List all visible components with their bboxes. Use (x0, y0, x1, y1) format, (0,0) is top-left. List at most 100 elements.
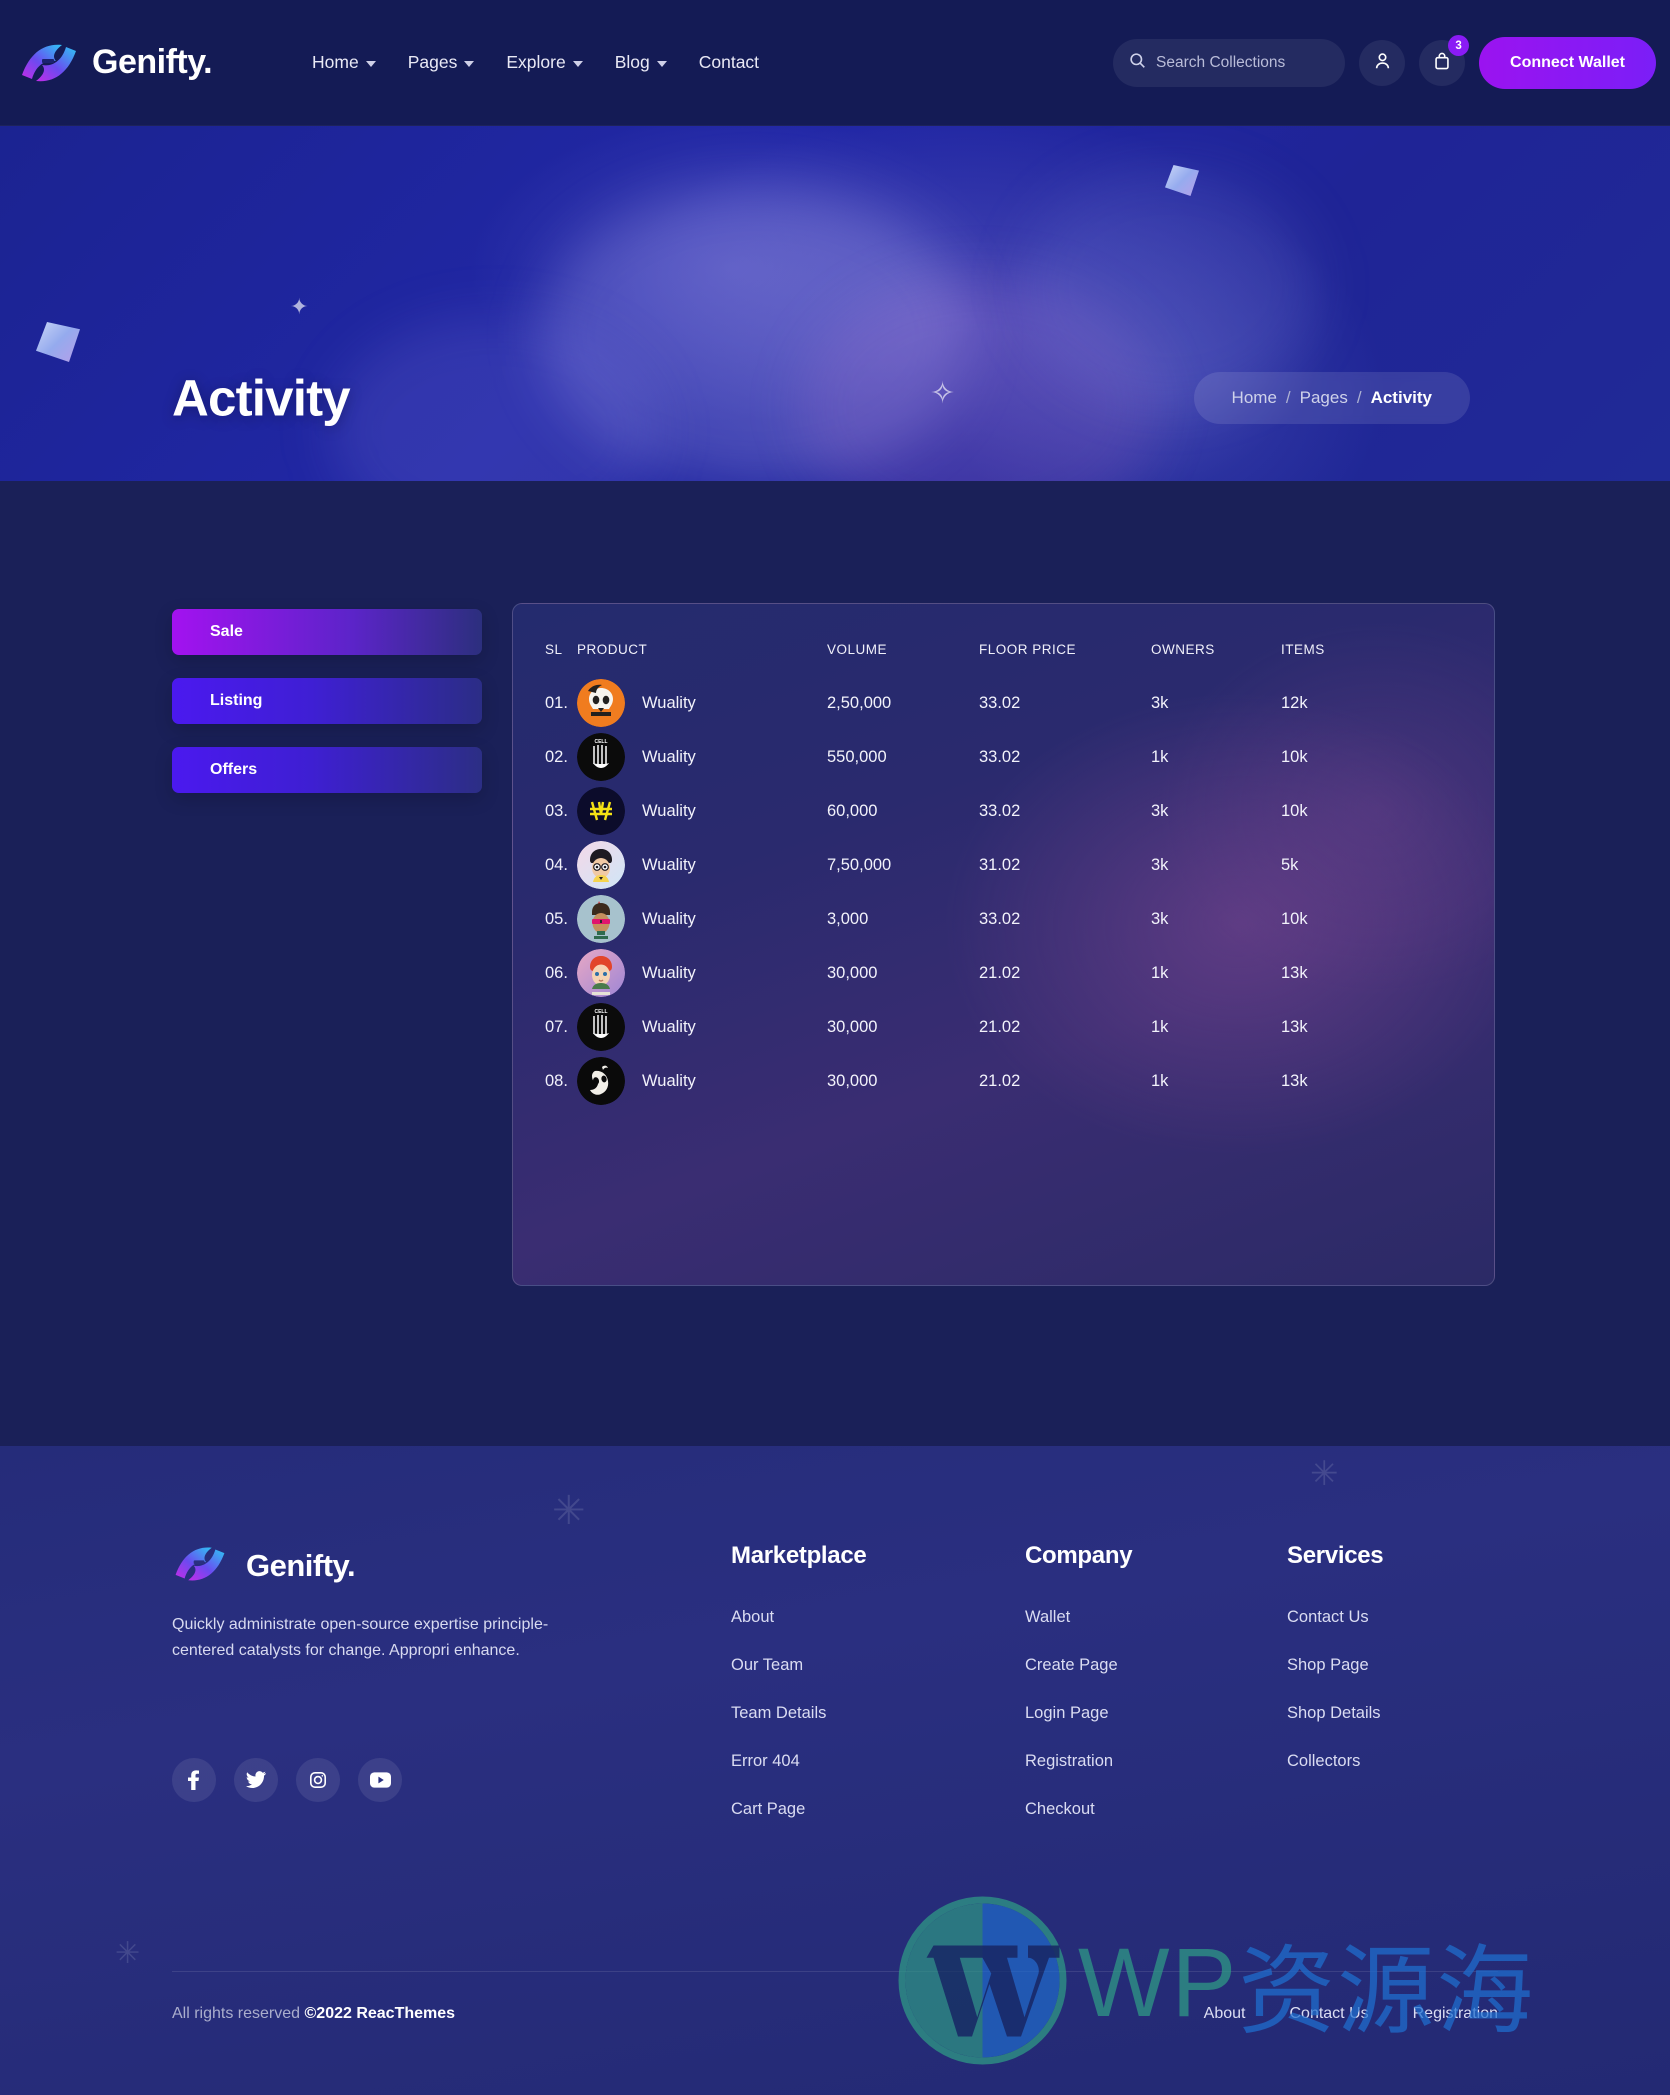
social-links (172, 1758, 402, 1802)
boy-cartoon-avatar (577, 841, 625, 889)
cart-button[interactable]: 3 (1419, 35, 1470, 86)
cell-items: 12k (1281, 693, 1308, 712)
nav-item-explore[interactable]: Explore (506, 52, 583, 73)
column-header-product: PRODUCT (577, 641, 648, 657)
footer-bottom-link[interactable]: About (1204, 2005, 1246, 2023)
footer-bottom-link[interactable]: Contact Us (1289, 2005, 1368, 2023)
yellow-won-avatar (577, 787, 625, 835)
cell-sl: 08. (545, 1071, 568, 1090)
shopping-bag-icon (1434, 52, 1450, 75)
site-footer: ✳ ✳ ✳ Genifty. Quickly administrate open… (0, 1446, 1670, 2095)
footer-link[interactable]: Wallet (1025, 1608, 1132, 1627)
table-row[interactable]: 07. CELL Wuality 30,000 21.02 1k 13k (513, 1000, 1494, 1054)
svg-text:CELL: CELL (594, 739, 607, 745)
footer-link[interactable]: Checkout (1025, 1800, 1132, 1819)
product-name: Wuality (642, 855, 696, 874)
cell-owners: 1k (1151, 1017, 1169, 1036)
footer-link[interactable]: Contact Us (1287, 1608, 1383, 1627)
footer-column-title: Company (1025, 1542, 1133, 1569)
table-row[interactable]: 08. Wuality 30,000 21.02 1k 13k (513, 1054, 1494, 1108)
table-row[interactable]: 05. Wuality 3,000 33.02 3k 10k (513, 892, 1494, 946)
footer-link[interactable]: About (731, 1608, 866, 1627)
cell-floor-price: 33.02 (979, 801, 1021, 820)
nav-label: Home (312, 52, 359, 72)
footer-link[interactable]: Shop Details (1287, 1704, 1383, 1723)
product-name: Wuality (642, 963, 696, 982)
product-name: Wuality (642, 801, 696, 820)
footer-bottom-links: About Contact Us Registration (1204, 2005, 1498, 2023)
footer-link-list: Wallet Create Page Login Page Registration C… (1025, 1608, 1132, 1819)
cell-owners: 3k (1151, 855, 1169, 874)
footer-inner: Genifty. Quickly administrate open-sourc… (0, 1446, 1670, 2022)
youtube-icon[interactable] (358, 1758, 402, 1802)
footer-link[interactable]: Team Details (731, 1704, 866, 1723)
footer-link[interactable]: Login Page (1025, 1704, 1132, 1723)
footer-brand-name: Genifty. (246, 1548, 356, 1583)
table-row[interactable]: 04. Wuality 7,50,000 31.02 3k 5k (513, 838, 1494, 892)
column-header-sl: SL (545, 641, 563, 657)
footer-link[interactable]: Error 404 (731, 1752, 866, 1771)
cell-items: 10k (1281, 747, 1308, 766)
instagram-icon[interactable] (296, 1758, 340, 1802)
table-header-row: SL PRODUCT VOLUME FLOOR PRICE OWNERS ITE… (513, 604, 1494, 676)
account-button[interactable] (1359, 40, 1406, 86)
footer-column-services: Services Contact Us Shop Page Shop Details… (1287, 1542, 1384, 1800)
table-row[interactable]: 06. Wuality 30,000 21.02 1k 13k (513, 946, 1494, 1000)
cell-owners: 3k (1151, 801, 1169, 820)
tab-offers[interactable]: Offers (172, 747, 482, 793)
footer-link[interactable]: Our Team (731, 1656, 866, 1675)
footer-link[interactable]: Cart Page (731, 1800, 866, 1819)
genifty-logo-icon (18, 39, 80, 87)
cell-owners: 1k (1151, 1071, 1169, 1090)
footer-link[interactable]: Create Page (1025, 1656, 1132, 1675)
tab-sale[interactable]: Sale (172, 609, 482, 655)
skull-black-avatar (577, 1057, 625, 1105)
search-icon (1129, 52, 1146, 74)
cell-sl: 06. (545, 963, 568, 982)
footer-link[interactable]: Collectors (1287, 1752, 1383, 1771)
hero-glow-4 (1020, 166, 1320, 406)
breadcrumb-item-pages[interactable]: Pages (1300, 388, 1348, 408)
sparkle-icon: ✧ (930, 377, 956, 410)
nav-item-home[interactable]: Home (312, 52, 376, 73)
facebook-icon[interactable] (172, 1758, 216, 1802)
chevron-down-icon (464, 61, 475, 67)
product-name: Wuality (642, 693, 696, 712)
breadcrumb-item-home[interactable]: Home (1232, 388, 1277, 408)
nav-item-blog[interactable]: Blog (615, 52, 667, 73)
cell-floor-price: 31.02 (979, 855, 1021, 874)
table-body: 01. Wuality 2,50,000 33.02 3k 12k 02. CELL Wuali… (513, 676, 1494, 1108)
nav-item-contact[interactable]: Contact (699, 52, 759, 73)
crystal-icon (36, 322, 80, 362)
product-name: Wuality (642, 909, 696, 928)
table-row[interactable]: 02. CELL Wuality 550,000 33.02 1k 10k (513, 730, 1494, 784)
twitter-icon[interactable] (234, 1758, 278, 1802)
cell-volume: 60,000 (827, 801, 878, 820)
main-content: Sale Listing Offers SL PRODUCT VOLUME FL… (0, 481, 1670, 1446)
cell-product: CELL Wuality (577, 1003, 827, 1051)
sparkle-icon: ✳ (115, 1937, 141, 1970)
cell-volume: 2,50,000 (827, 693, 892, 712)
footer-link[interactable]: Shop Page (1287, 1656, 1383, 1675)
footer-link[interactable]: Registration (1025, 1752, 1132, 1771)
nav-label: Explore (506, 52, 566, 72)
brand-logo[interactable]: Genifty. (18, 39, 213, 87)
table-row[interactable]: 01. Wuality 2,50,000 33.02 3k 12k (513, 676, 1494, 730)
copyright-prefix: All rights reserved (172, 2005, 305, 2022)
search-collections-box[interactable] (1113, 39, 1346, 87)
column-header-volume: VOLUME (827, 641, 888, 657)
table-row[interactable]: 03. Wuality 60,000 33.02 3k 10k (513, 784, 1494, 838)
chevron-down-icon (365, 61, 376, 67)
search-input[interactable] (1156, 54, 1327, 72)
nav-item-pages[interactable]: Pages (408, 52, 475, 73)
footer-bottom-link[interactable]: Registration (1413, 2005, 1498, 2023)
cell-volume: 30,000 (827, 1071, 878, 1090)
cart-badge: 3 (1448, 35, 1470, 56)
brand-name: Genifty. (92, 43, 213, 81)
footer-brand-logo[interactable]: Genifty. (172, 1542, 356, 1590)
activity-table-card: SL PRODUCT VOLUME FLOOR PRICE OWNERS ITE… (512, 603, 1495, 1286)
tab-listing[interactable]: Listing (172, 678, 482, 724)
breadcrumb-separator: / (1356, 388, 1362, 407)
connect-wallet-button[interactable]: Connect Wallet (1479, 37, 1656, 89)
cell-owners: 1k (1151, 747, 1169, 766)
